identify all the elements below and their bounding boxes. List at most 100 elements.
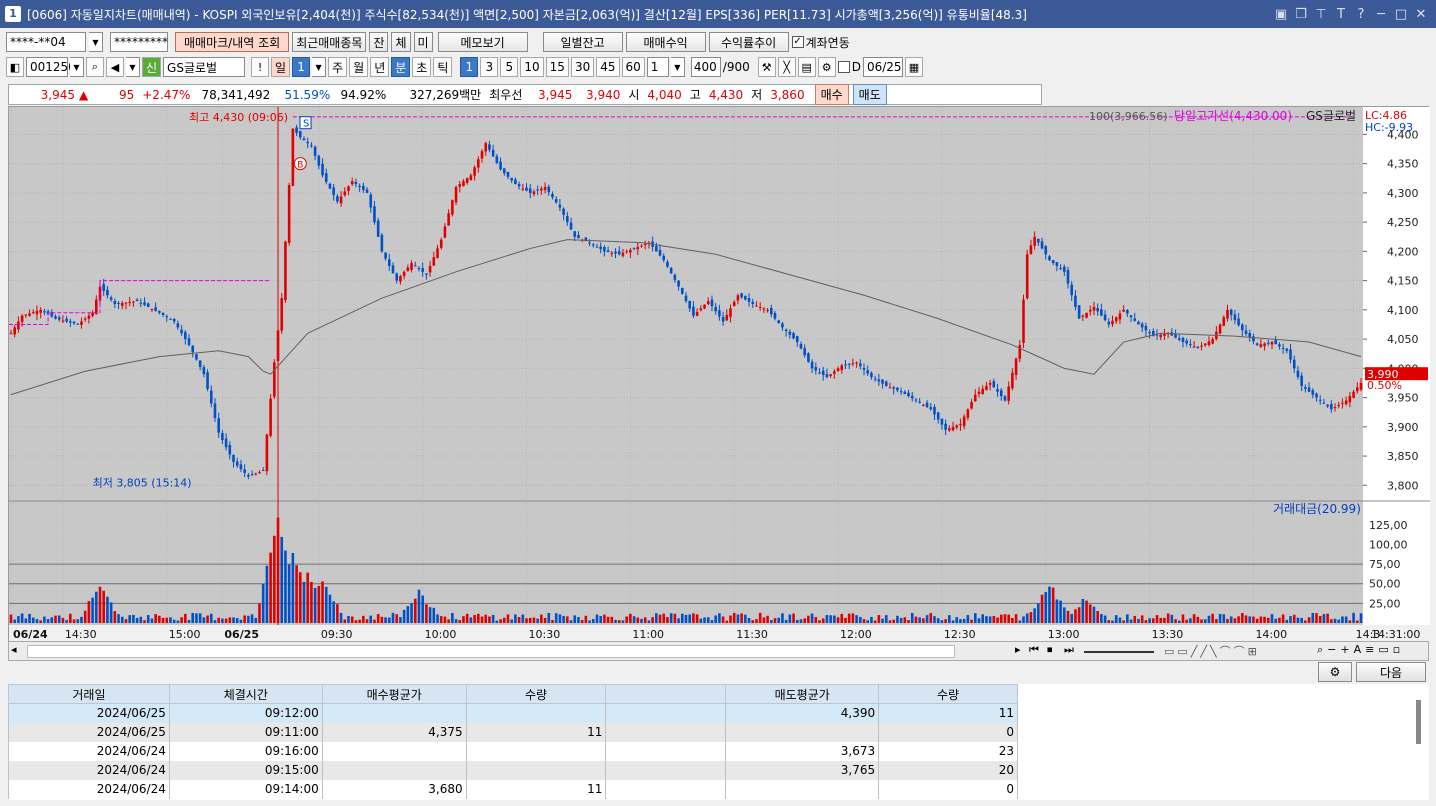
period-week[interactable]: 주	[328, 57, 348, 77]
custom-period-field[interactable]: 1	[646, 57, 669, 77]
col-blank[interactable]	[605, 684, 727, 704]
custom-period-dropdown-icon[interactable]: ▼	[670, 57, 685, 77]
last-icon[interactable]: ⏭	[1064, 643, 1074, 657]
table-row[interactable]: 2024/06/24 09:16:00 3,673 23	[8, 741, 1018, 761]
price-tick-label: 4,350	[1387, 158, 1419, 171]
close-icon[interactable]: ✕	[1414, 7, 1428, 22]
minute-1[interactable]: 1	[460, 57, 479, 77]
period-second[interactable]: 초	[412, 57, 432, 77]
account-field[interactable]: ****-**04	[6, 32, 86, 52]
period-minute[interactable]: 분	[391, 57, 411, 77]
table-row[interactable]: 2024/06/25 09:12:00 4,390 11	[8, 703, 1018, 723]
text-icon[interactable]: T	[1334, 7, 1348, 22]
minute-30[interactable]: 30	[570, 57, 595, 77]
volume-bar	[1226, 618, 1229, 623]
help-icon[interactable]: ?	[1354, 7, 1368, 22]
buy-button[interactable]: 매수	[814, 84, 849, 105]
password-field[interactable]: *********	[110, 32, 168, 52]
minute-15[interactable]: 15	[545, 57, 569, 77]
volume-bar	[273, 535, 276, 623]
gear-icon[interactable]: ⚙	[817, 57, 836, 77]
speaker-dropdown-icon[interactable]: ▼	[126, 57, 140, 77]
layout-toggle-icon[interactable]: ◧	[6, 57, 24, 77]
table-row[interactable]: 2024/06/25 09:11:00 4,375 11 0	[8, 722, 1018, 742]
zoom-slider[interactable]	[1084, 651, 1154, 653]
trade-strength: 94.92%	[340, 87, 387, 102]
minimize-icon[interactable]: ─	[1374, 7, 1388, 22]
grid-scrollbar[interactable]	[1416, 700, 1421, 744]
recent-trades-button[interactable]: 최근매매종목	[292, 32, 367, 52]
speaker-icon[interactable]: ◀	[106, 57, 124, 77]
minute-60[interactable]: 60	[621, 57, 645, 77]
col-buy-avg[interactable]: 매수평균가	[321, 684, 467, 704]
daily-balance-button[interactable]: 일별잔고	[542, 32, 623, 52]
table-row[interactable]: 2024/06/24 09:15:00 3,765 20	[8, 760, 1018, 780]
col-buy-qty[interactable]: 수량	[465, 684, 607, 704]
period-tick[interactable]: 틱	[433, 57, 453, 77]
gear-icon[interactable]: ⚙	[1318, 662, 1352, 682]
chart-area[interactable]: 4,400 4,350 4,300 4,250 4,200 4,150 4,100 4,050…	[8, 106, 1430, 642]
stock-code-field[interactable]: 001250	[26, 57, 76, 77]
calendar-icon[interactable]: ▦	[904, 57, 923, 77]
unfilled-button[interactable]: 미	[413, 32, 433, 52]
scroll-track[interactable]	[27, 645, 955, 658]
trade-mark-query-button[interactable]: 매매마크/내역 조회	[175, 32, 290, 52]
price-chart[interactable]: 4,4004,3504,3004,2504,2004,1504,1004,050…	[9, 107, 1430, 642]
minute-3[interactable]: 3	[480, 57, 499, 77]
volume-bar	[781, 613, 784, 623]
period-value[interactable]: 1	[292, 57, 311, 77]
account-dropdown-icon[interactable]: ▼	[89, 32, 103, 52]
drawing-tools-icon[interactable]: ▭▭╱╱╲⌒⌒⊞	[1164, 643, 1260, 659]
date-field[interactable]: 06/25	[862, 57, 903, 77]
return-trend-button[interactable]: 수익률추이	[708, 32, 789, 52]
draw-tool-icon[interactable]: ╳	[777, 57, 796, 77]
col-trade-date[interactable]: 거래일	[8, 684, 170, 704]
chart-scroll-bar[interactable]: ◂ ▸ ⏮ ⏹ ⏭ ▭▭╱╱╲⌒⌒⊞ ⌕−+A≡▭▫	[8, 641, 1429, 661]
col-exec-time[interactable]: 체결시간	[168, 684, 323, 704]
volume-bar	[380, 616, 384, 623]
scroll-left-icon[interactable]: ◂	[11, 643, 17, 656]
stock-name-field[interactable]: GS글로벌	[163, 57, 246, 77]
period-month[interactable]: 월	[349, 57, 369, 77]
trade-profit-button[interactable]: 매매수익	[625, 32, 706, 52]
scroll-right-icon[interactable]: ▸	[1015, 643, 1021, 656]
code-dropdown-icon[interactable]: ▼	[70, 57, 84, 77]
volume-tick-label: 125,00	[1369, 519, 1408, 532]
table-row[interactable]: 2024/06/24 09:14:00 3,680 11 0	[8, 779, 1018, 799]
period-day[interactable]: 일	[271, 57, 291, 77]
x-tick-label: 14:00	[1255, 628, 1287, 641]
period-year[interactable]: 년	[370, 57, 390, 77]
memo-view-button[interactable]: 메모보기	[437, 32, 528, 52]
account-link-toggle[interactable]: ✓ 계좌연동	[791, 34, 850, 51]
minute-10[interactable]: 10	[520, 57, 544, 77]
pin-icon[interactable]: ⊤	[1314, 7, 1328, 22]
candle-body	[821, 370, 825, 375]
view-tools-icon[interactable]: ⌕−+A≡▭▫	[1317, 643, 1404, 657]
minute-45[interactable]: 45	[596, 57, 620, 77]
copy-window-icon[interactable]: ❐	[1294, 7, 1308, 22]
stop-icon[interactable]: ⏹	[1047, 643, 1053, 657]
col-sell-qty[interactable]: 수량	[878, 684, 1018, 704]
minute-5[interactable]: 5	[500, 57, 519, 77]
balance-button[interactable]: 잔	[369, 32, 389, 52]
save-icon[interactable]: ▤	[797, 57, 816, 77]
volume-bar	[291, 552, 295, 623]
volume-bar	[588, 620, 591, 623]
layout-icon[interactable]: ▣	[1274, 7, 1288, 22]
first-icon[interactable]: ⏮	[1029, 643, 1039, 657]
alert-icon[interactable]: !	[251, 57, 270, 77]
search-icon[interactable]: ⌕	[86, 57, 104, 77]
checkbox-icon[interactable]: ✓	[791, 36, 804, 48]
date-checkbox[interactable]	[837, 61, 850, 73]
col-sell-avg[interactable]: 매도평균가	[725, 684, 880, 704]
candle-body	[673, 274, 677, 280]
volume-bar	[1255, 618, 1259, 623]
sell-button[interactable]: 매도	[852, 84, 887, 105]
next-button[interactable]: 다음	[1356, 662, 1426, 682]
volume-bar	[462, 616, 465, 623]
indicator-icon[interactable]: ⚒	[757, 57, 776, 77]
count-field[interactable]: 400	[690, 57, 721, 77]
period-dropdown-icon[interactable]: ▼	[312, 57, 327, 77]
maximize-icon[interactable]: □	[1394, 7, 1408, 22]
executed-button[interactable]: 체	[391, 32, 411, 52]
